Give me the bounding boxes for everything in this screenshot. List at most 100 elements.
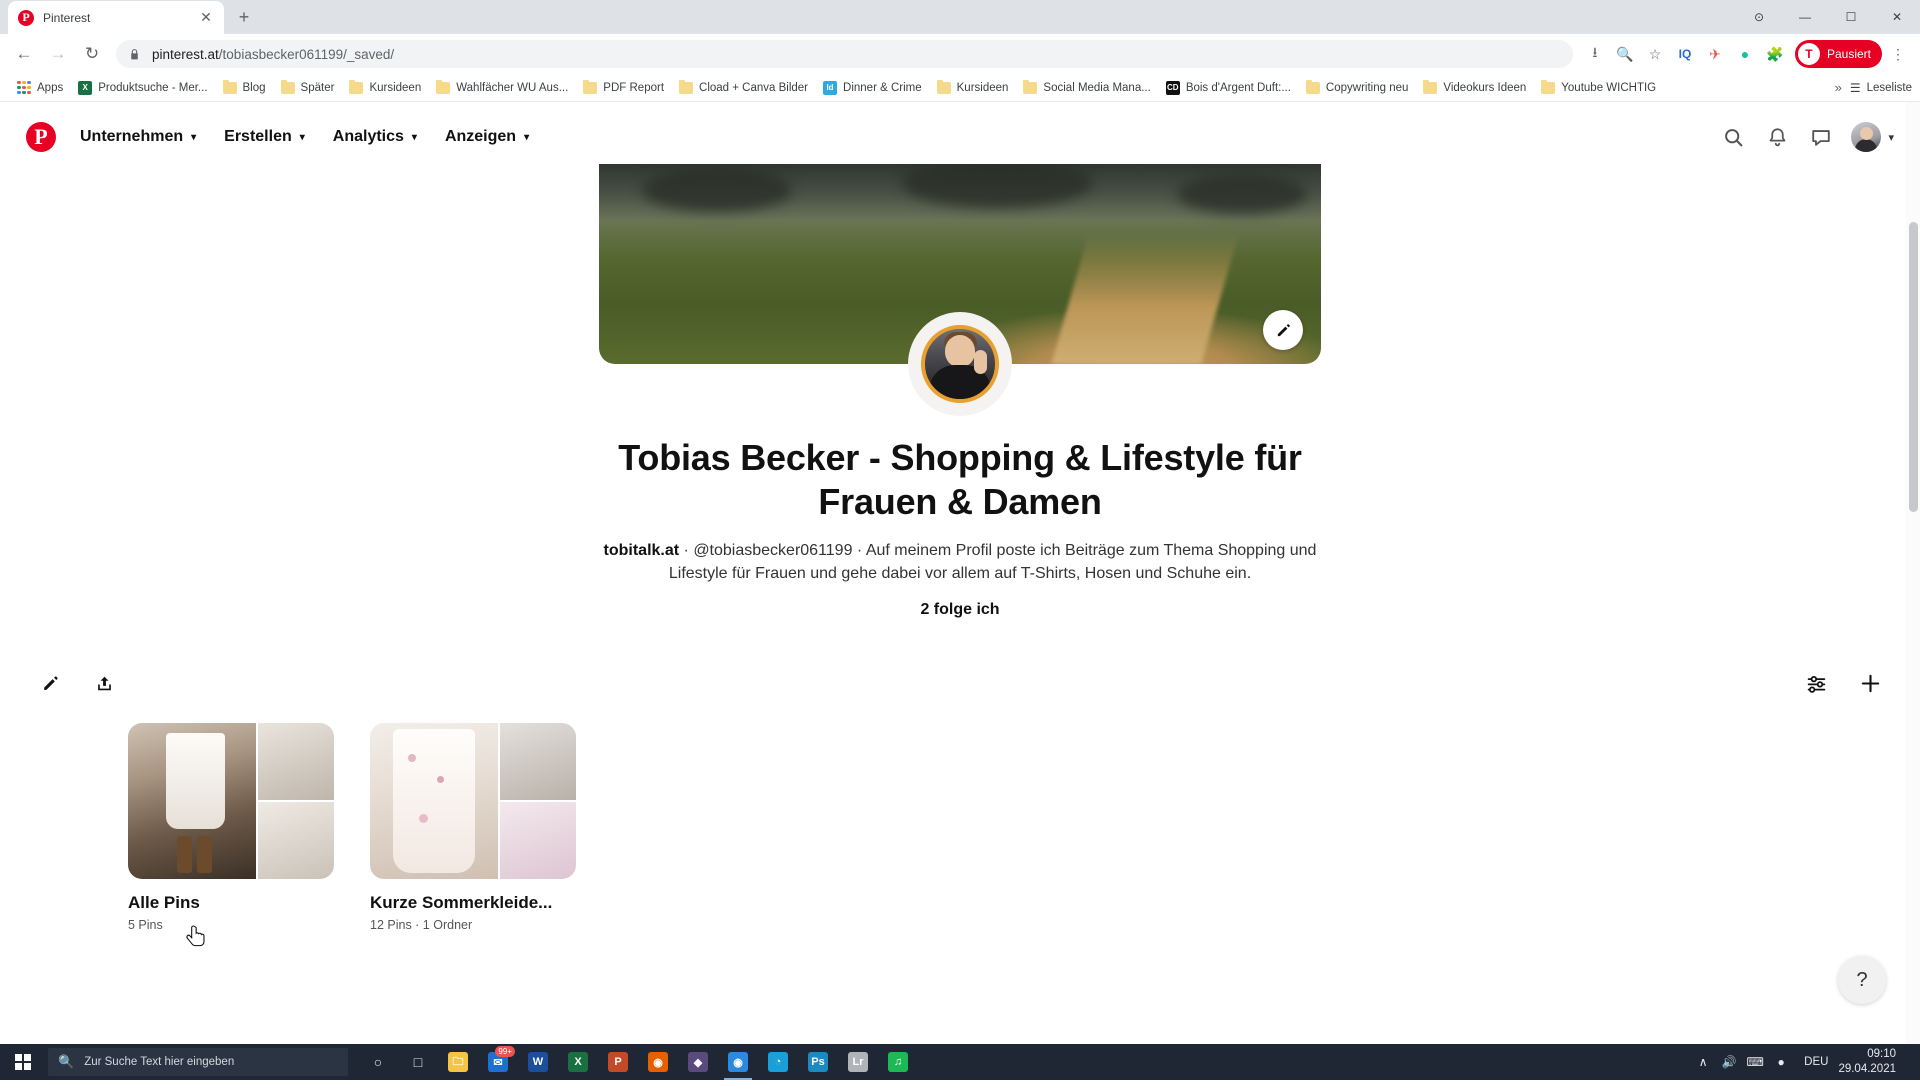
bookmarks-overflow-button[interactable]: » (1827, 80, 1850, 95)
keyboard-icon[interactable]: ⌨ (1742, 1044, 1768, 1080)
taskbar-search-input[interactable]: 🔍 Zur Suche Text hier eingeben (48, 1048, 348, 1076)
bookmark-item[interactable]: Id Dinner & Crime (816, 77, 929, 99)
help-button[interactable]: ? (1838, 956, 1886, 1004)
taskbar-photoshop-icon[interactable]: Ps (798, 1044, 838, 1080)
filter-button[interactable] (1794, 661, 1838, 705)
window-extra-icon[interactable]: ⊙ (1736, 0, 1782, 34)
puzzle-extension-icon[interactable]: 🧩 (1761, 40, 1789, 68)
brave-icon: ◆ (688, 1052, 708, 1072)
add-board-button[interactable] (1848, 661, 1892, 705)
page-scrollbar[interactable] (1906, 102, 1920, 1044)
input-language[interactable]: DEU (1794, 1056, 1838, 1068)
taskbar-powerpoint-icon[interactable]: P (598, 1044, 638, 1080)
bookmark-item[interactable]: Kursideen (930, 77, 1016, 99)
profile-initial: T (1797, 43, 1820, 65)
browser-tab[interactable]: P Pinterest ✕ (8, 1, 224, 34)
account-chevron-down-icon[interactable]: ▾ (1888, 131, 1894, 144)
reload-button[interactable]: ↻ (76, 38, 108, 70)
start-button[interactable] (0, 1044, 46, 1080)
iq-extension-icon[interactable]: IQ (1671, 40, 1699, 68)
new-tab-button[interactable]: + (230, 3, 258, 31)
edit-cover-button[interactable] (1263, 310, 1303, 350)
bell-icon[interactable] (1755, 115, 1799, 159)
window-controls: ⊙ — ☐ ✕ (1736, 0, 1920, 34)
bookmark-item[interactable]: Blog (216, 77, 273, 99)
chrome-menu-icon[interactable]: ⋮ (1884, 40, 1912, 68)
profile-avatar-image[interactable] (921, 325, 999, 403)
bookmark-item[interactable]: PDF Report (576, 77, 671, 99)
zoom-icon[interactable]: 🔍 (1611, 40, 1639, 68)
browser-profile-button[interactable]: T Pausiert (1794, 40, 1882, 68)
bookmark-item[interactable]: CD Bois d'Argent Duft:... (1159, 77, 1298, 99)
scrollbar-thumb[interactable] (1909, 222, 1918, 512)
maximize-button[interactable]: ☐ (1828, 0, 1874, 34)
browser-window: P Pinterest ✕ + ⊙ — ☐ ✕ ← → ↻ pinterest.… (0, 0, 1920, 1044)
cortana-icon: ○ (373, 1054, 383, 1070)
taskbar-spotify-icon[interactable]: ♫ (878, 1044, 918, 1080)
taskbar-brave-icon[interactable]: ◆ (678, 1044, 718, 1080)
bookmark-item[interactable]: Wahlfächer WU Aus... (429, 77, 575, 99)
extension-icon[interactable]: ✈ (1701, 40, 1729, 68)
back-button[interactable]: ← (8, 38, 40, 70)
taskbar-cortana-icon[interactable]: ○ (358, 1044, 398, 1080)
bookmark-item[interactable]: Social Media Mana... (1016, 77, 1157, 99)
desc-sep: · (679, 541, 694, 559)
share-profile-button[interactable] (82, 661, 126, 705)
bookmark-item[interactable]: Videokurs Ideen (1416, 77, 1533, 99)
pencil-icon (43, 676, 58, 690)
edit-profile-button[interactable] (28, 661, 72, 705)
profile-website[interactable]: tobitalk.at (604, 542, 680, 559)
folder-icon (280, 79, 295, 94)
minimize-button[interactable]: — (1782, 0, 1828, 34)
clock[interactable]: 09:10 29.04.2021 (1838, 1047, 1902, 1076)
nav-item-anzeigen[interactable]: Anzeigen ▾ (431, 118, 543, 156)
bookmark-item[interactable]: Cload + Canva Bilder (672, 77, 815, 99)
board-thumbnails (128, 723, 334, 880)
bookmark-item[interactable]: Copywriting neu (1299, 77, 1415, 99)
bookmark-item[interactable]: Apps (10, 77, 70, 99)
chat-icon[interactable] (1799, 115, 1843, 159)
board-card[interactable]: Kurze Sommerkleide... 12 Pins · 1 Ordner (370, 723, 576, 932)
tray-chevron-up-icon[interactable]: ∧ (1690, 1044, 1716, 1080)
bookmark-item[interactable]: Kursideen (342, 77, 428, 99)
notification-center-button[interactable] (1902, 1044, 1910, 1080)
profile-avatar-ring (908, 312, 1012, 416)
reading-list-button[interactable]: ☰ Leseliste (1850, 81, 1912, 95)
taskbar-chrome-icon[interactable]: ◉ (718, 1044, 758, 1080)
bookmark-label: Copywriting neu (1325, 81, 1409, 94)
bookmark-item[interactable]: Später (274, 77, 342, 99)
taskbar-edge-icon[interactable]: ◔ (758, 1044, 798, 1080)
pinterest-logo-icon[interactable]: P (26, 122, 56, 152)
taskbar-word-icon[interactable]: W (518, 1044, 558, 1080)
grammarly-icon[interactable]: ● (1731, 40, 1759, 68)
account-avatar[interactable] (1851, 122, 1882, 152)
bookmark-star-icon[interactable]: ☆ (1641, 40, 1669, 68)
navbar-right: ▾ (1711, 115, 1894, 159)
network-icon[interactable]: ● (1768, 1044, 1794, 1080)
nav-item-erstellen[interactable]: Erstellen ▾ (210, 118, 319, 156)
volume-icon[interactable]: 🔊 (1716, 1044, 1742, 1080)
taskbar-file-explorer-icon[interactable]: 🗀 (438, 1044, 478, 1080)
address-bar[interactable]: pinterest.at/tobiasbecker061199/_saved/ (116, 40, 1573, 68)
nav-label: Unternehmen (80, 128, 184, 145)
taskbar-mail-icon[interactable]: ✉ 99+ (478, 1044, 518, 1080)
close-window-button[interactable]: ✕ (1874, 0, 1920, 34)
taskbar-task-view-icon[interactable]: □ (398, 1044, 438, 1080)
install-app-icon[interactable]: ⭳ (1581, 40, 1609, 68)
bookmark-item[interactable]: Youtube WICHTIG (1534, 77, 1663, 99)
search-icon[interactable] (1711, 115, 1755, 159)
taskbar-lightroom-icon[interactable]: Lr (838, 1044, 878, 1080)
cover-cloud (642, 168, 793, 212)
forward-button[interactable]: → (42, 38, 74, 70)
board-card[interactable]: Alle Pins 5 Pins (128, 723, 334, 932)
bookmark-item[interactable]: X Produktsuche - Mer... (71, 77, 214, 99)
taskbar-excel-icon[interactable]: X (558, 1044, 598, 1080)
bookmark-label: Apps (37, 81, 64, 94)
close-tab-icon[interactable]: ✕ (198, 10, 214, 26)
following-count[interactable]: 2 folge ich (0, 601, 1920, 619)
nav-item-unternehmen[interactable]: Unternehmen ▾ (66, 118, 210, 156)
boards-grid: Alle Pins 5 Pins Kurze Sommerkleide... 1… (0, 723, 1920, 932)
nav-item-analytics[interactable]: Analytics ▾ (319, 118, 431, 156)
taskbar-firefox-icon[interactable]: ◉ (638, 1044, 678, 1080)
board-action-row (0, 661, 1920, 705)
